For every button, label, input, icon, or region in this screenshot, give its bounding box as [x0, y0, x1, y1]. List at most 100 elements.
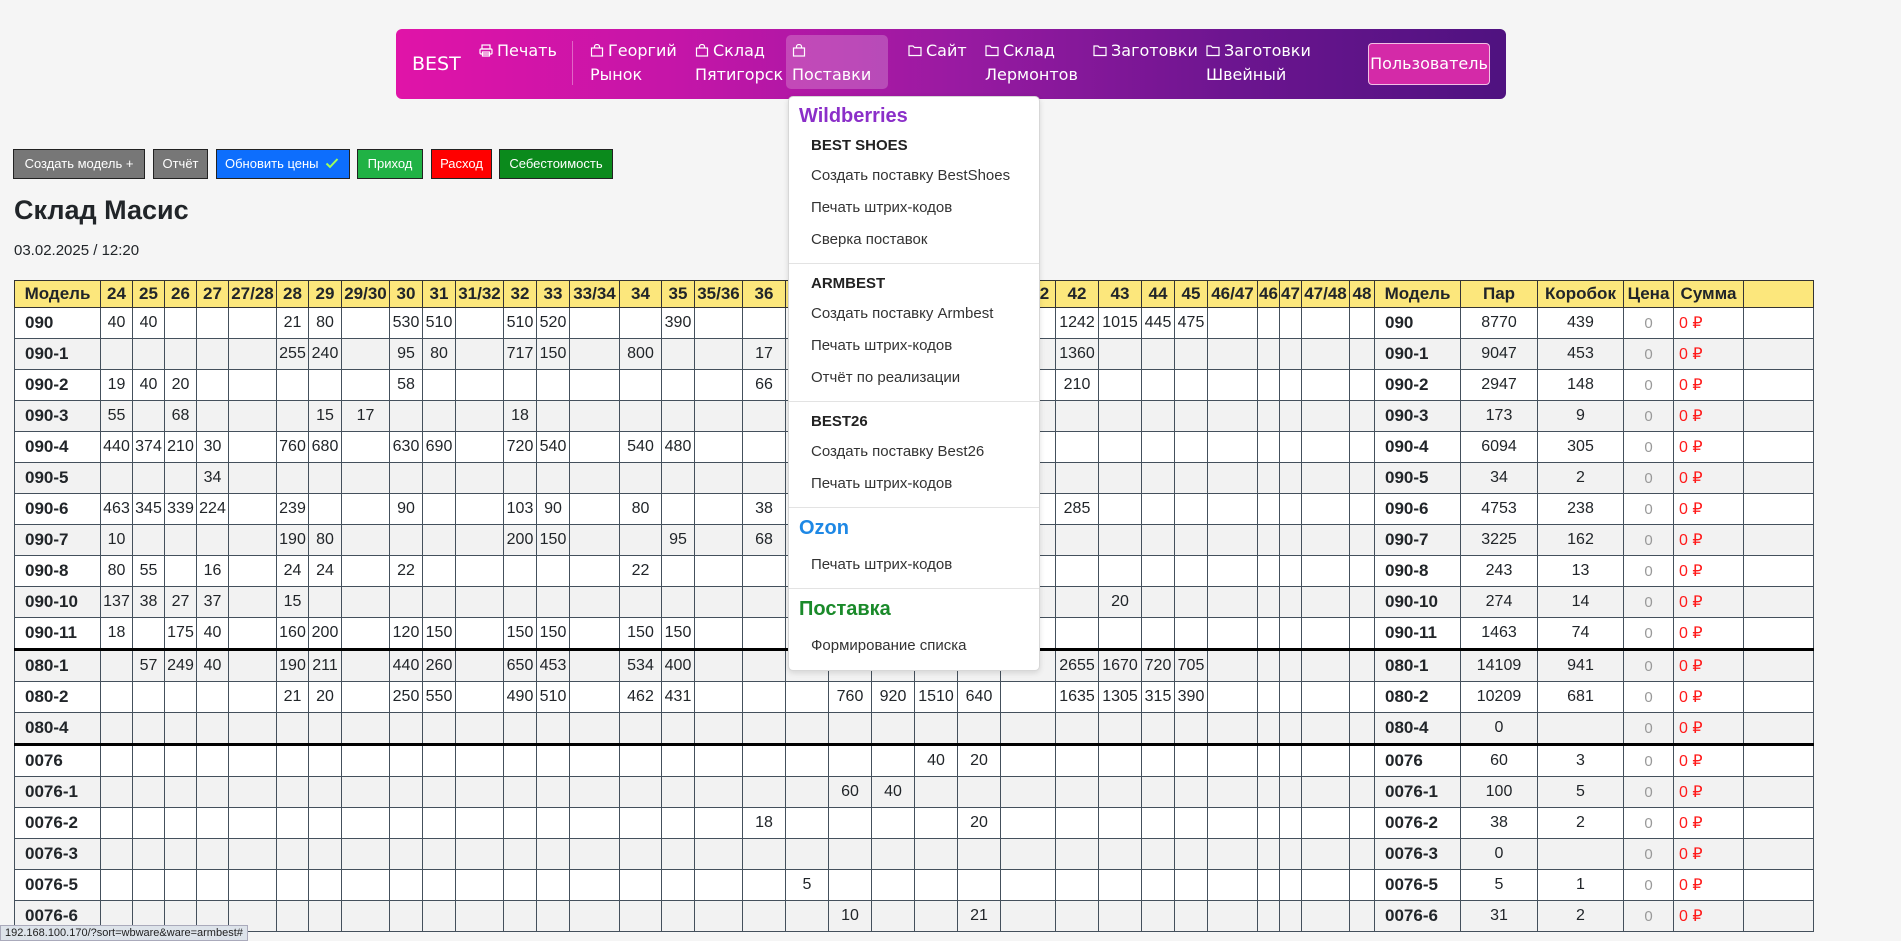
column-header[interactable]: 34	[619, 280, 662, 308]
column-header[interactable]: 46/47	[1207, 280, 1258, 308]
nav-item-warehouse-pyatigorsk[interactable]: Склад Пятигорск	[689, 35, 789, 91]
column-header[interactable]: 47/48	[1301, 280, 1350, 308]
price-cell[interactable]: 0	[1623, 400, 1674, 432]
model-cell[interactable]: 090-3	[1374, 400, 1461, 432]
price-cell[interactable]: 0	[1623, 586, 1674, 618]
model-cell[interactable]: 090-5	[1374, 462, 1461, 494]
column-header[interactable]: Модель	[14, 280, 101, 308]
model-cell[interactable]: 090-7	[1374, 524, 1461, 556]
model-cell[interactable]: 090-1	[1374, 338, 1461, 370]
model-cell[interactable]: 090-10	[1374, 586, 1461, 618]
column-header[interactable]: 45	[1174, 280, 1208, 308]
column-header[interactable]	[1743, 280, 1814, 308]
column-header[interactable]: 27	[196, 280, 229, 308]
column-header[interactable]: 32	[503, 280, 537, 308]
model-cell[interactable]: 090	[14, 307, 101, 339]
menu-item-build-list[interactable]: Формирование списка	[811, 637, 967, 654]
column-header[interactable]: 44	[1141, 280, 1175, 308]
column-header[interactable]: 28	[276, 280, 309, 308]
price-cell[interactable]: 0	[1623, 681, 1674, 713]
menu-item-create-armbest-supply[interactable]: Создать поставку Armbest	[811, 305, 993, 322]
menu-item-print-barcodes[interactable]: Печать штрих-кодов	[811, 199, 952, 216]
nav-item-supplies[interactable]: Поставки	[786, 35, 888, 89]
model-cell[interactable]: 080-1	[14, 648, 101, 682]
column-header[interactable]: 48	[1349, 280, 1375, 308]
column-header[interactable]: 31/32	[455, 280, 504, 308]
column-header[interactable]: 31	[422, 280, 456, 308]
column-header[interactable]: 46	[1257, 280, 1280, 308]
column-header[interactable]: 47	[1279, 280, 1302, 308]
price-cell[interactable]: 0	[1623, 648, 1674, 682]
column-header[interactable]: 36	[742, 280, 786, 308]
model-cell[interactable]: 0076-1	[1374, 776, 1461, 808]
brand-logo[interactable]: BEST	[412, 53, 461, 75]
model-cell[interactable]: 090-8	[14, 555, 101, 587]
model-cell[interactable]: 090-8	[1374, 555, 1461, 587]
column-header[interactable]: 33/34	[569, 280, 620, 308]
model-cell[interactable]: 0076	[1374, 743, 1461, 777]
model-cell[interactable]: 0076-1	[14, 776, 101, 808]
model-cell[interactable]: 080-2	[14, 681, 101, 713]
price-cell[interactable]: 0	[1623, 900, 1674, 932]
price-cell[interactable]: 0	[1623, 617, 1674, 650]
nav-item-blanks[interactable]: Заготовки	[1087, 35, 1204, 67]
model-cell[interactable]: 090-10	[14, 586, 101, 618]
nav-item-warehouse-lermontov[interactable]: Склад Лермонтов	[979, 35, 1084, 91]
price-cell[interactable]: 0	[1623, 307, 1674, 339]
column-header[interactable]: 27/28	[228, 280, 277, 308]
cost-button[interactable]: Себестоимость	[499, 149, 613, 179]
model-cell[interactable]: 080-4	[1374, 712, 1461, 745]
model-cell[interactable]: 080-1	[1374, 648, 1461, 682]
menu-item-create-bestshoes-supply[interactable]: Создать поставку BestShoes	[811, 167, 1010, 184]
user-button[interactable]: Пользователь	[1368, 43, 1490, 85]
model-cell[interactable]: 090	[1374, 307, 1461, 339]
model-cell[interactable]: 080-4	[14, 712, 101, 745]
price-cell[interactable]: 0	[1623, 743, 1674, 777]
column-header[interactable]: Коробок	[1537, 280, 1624, 308]
menu-item-create-best26-supply[interactable]: Создать поставку Best26	[811, 443, 984, 460]
model-cell[interactable]: 090-1	[14, 338, 101, 370]
model-cell[interactable]: 090-11	[1374, 617, 1461, 650]
model-cell[interactable]: 080-2	[1374, 681, 1461, 713]
price-cell[interactable]: 0	[1623, 869, 1674, 901]
column-header[interactable]: 26	[164, 280, 197, 308]
price-cell[interactable]: 0	[1623, 555, 1674, 587]
model-cell[interactable]: 090-5	[14, 462, 101, 494]
column-header[interactable]: Модель	[1374, 280, 1461, 308]
price-cell[interactable]: 0	[1623, 807, 1674, 839]
model-cell[interactable]: 090-2	[1374, 369, 1461, 401]
column-header[interactable]: Сумма	[1673, 280, 1744, 308]
model-cell[interactable]: 090-7	[14, 524, 101, 556]
price-cell[interactable]: 0	[1623, 493, 1674, 525]
model-cell[interactable]: 090-2	[14, 369, 101, 401]
price-cell[interactable]: 0	[1623, 431, 1674, 463]
model-cell[interactable]: 090-6	[1374, 493, 1461, 525]
column-header[interactable]: Цена	[1623, 280, 1674, 308]
column-header[interactable]: 25	[132, 280, 165, 308]
nav-item-georgiy-market[interactable]: Георгий Рынок	[584, 35, 683, 91]
column-header[interactable]: 43	[1098, 280, 1142, 308]
menu-item-print-barcodes[interactable]: Печать штрих-кодов	[811, 475, 952, 492]
column-header[interactable]: 30	[389, 280, 423, 308]
model-cell[interactable]: 090-3	[14, 400, 101, 432]
model-cell[interactable]: 090-6	[14, 493, 101, 525]
model-cell[interactable]: 0076-2	[1374, 807, 1461, 839]
price-cell[interactable]: 0	[1623, 338, 1674, 370]
column-header[interactable]: Пар	[1460, 280, 1538, 308]
model-cell[interactable]: 0076-5	[1374, 869, 1461, 901]
model-cell[interactable]: 0076	[14, 743, 101, 777]
nav-item-blanks-sewing[interactable]: Заготовки Швейный	[1200, 35, 1317, 91]
price-cell[interactable]: 0	[1623, 838, 1674, 870]
model-cell[interactable]: 090-11	[14, 617, 101, 650]
column-header[interactable]: 42	[1055, 280, 1099, 308]
menu-item-ozon-print-barcodes[interactable]: Печать штрих-кодов	[811, 556, 952, 573]
model-cell[interactable]: 090-4	[1374, 431, 1461, 463]
nav-item-site[interactable]: Сайт	[902, 35, 973, 67]
nav-item-print[interactable]: Печать	[473, 35, 563, 67]
price-cell[interactable]: 0	[1623, 369, 1674, 401]
column-header[interactable]: 33	[536, 280, 570, 308]
model-cell[interactable]: 0076-5	[14, 869, 101, 901]
price-cell[interactable]: 0	[1623, 712, 1674, 745]
column-header[interactable]: 29	[308, 280, 342, 308]
income-button[interactable]: Приход	[357, 149, 423, 179]
